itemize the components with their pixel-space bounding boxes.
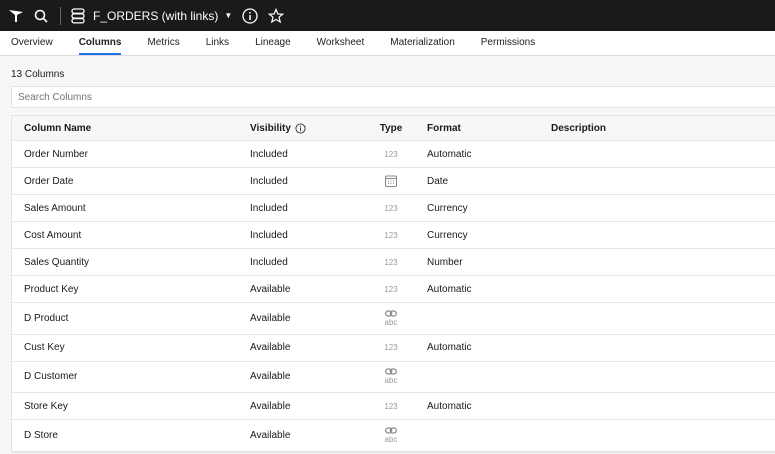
column-name: D Product <box>24 312 69 324</box>
format[interactable]: Automatic <box>427 401 551 412</box>
header-format[interactable]: Format <box>427 123 551 134</box>
columns-table: Column Name Visibility Type Format Descr… <box>11 115 775 453</box>
top-bar: F_ORDERS (with links) ▼ <box>0 0 775 31</box>
column-name: Cost Amount <box>24 229 82 241</box>
info-icon[interactable] <box>242 7 258 24</box>
link-icon <box>385 310 397 317</box>
type-cell: abc <box>355 368 427 385</box>
text-type-label: abc <box>384 317 398 327</box>
table-row[interactable]: Product Key Available 123 Automatic <box>12 276 775 303</box>
format[interactable]: Date <box>427 176 551 187</box>
table-row[interactable]: D Store Available abc <box>12 420 775 452</box>
database-icon <box>71 7 85 24</box>
column-name: Sales Amount <box>24 202 86 214</box>
tab-overview[interactable]: Overview <box>11 37 53 55</box>
tab-bar: Overview Columns Metrics Links Lineage Worksh… <box>0 31 775 56</box>
format[interactable]: Currency <box>427 230 551 241</box>
column-name: Store Key <box>24 400 68 412</box>
tab-columns[interactable]: Columns <box>78 37 122 55</box>
tab-metrics[interactable]: Metrics <box>147 37 179 55</box>
header-description[interactable]: Description <box>551 123 775 134</box>
column-name: Order Number <box>24 148 88 160</box>
table-row[interactable]: Order Number Included 123 Automatic <box>12 141 775 168</box>
type-cell: 123 <box>355 343 427 352</box>
search-icon[interactable] <box>34 9 48 23</box>
tab-permissions[interactable]: Permissions <box>481 37 535 55</box>
table-header: Column Name Visibility Type Format Descr… <box>12 116 775 141</box>
tab-materialization[interactable]: Materialization <box>390 37 454 55</box>
chevron-down-icon[interactable]: ▼ <box>224 11 232 20</box>
type-cell: 123 <box>355 258 427 267</box>
type-cell: abc <box>355 310 427 327</box>
number-type-icon: 123 <box>384 343 398 352</box>
table-row[interactable]: Order Date Included Date <box>12 168 775 195</box>
visibility[interactable]: Included <box>250 203 355 214</box>
type-cell: 123 <box>355 231 427 240</box>
column-name: Product Key <box>24 283 79 295</box>
visibility[interactable]: Included <box>250 257 355 268</box>
text-type-label: abc <box>384 434 398 444</box>
table-row[interactable]: Cust Key Available 123 Automatic <box>12 335 775 362</box>
header-type[interactable]: Type <box>355 123 427 134</box>
table-row[interactable]: Store Key Available 123 Automatic <box>12 393 775 420</box>
type-cell <box>355 175 427 187</box>
visibility[interactable]: Available <box>250 371 355 382</box>
format[interactable]: Number <box>427 257 551 268</box>
number-type-icon: 123 <box>384 284 398 294</box>
link-icon <box>385 427 397 434</box>
table-row[interactable]: Sales Quantity Included 123 Number <box>12 249 775 276</box>
number-type-icon: 123 <box>384 203 398 213</box>
format[interactable]: Automatic <box>427 284 551 295</box>
column-name: D Customer <box>24 371 78 383</box>
format[interactable]: Automatic <box>427 342 551 353</box>
type-cell: 123 <box>355 402 427 411</box>
number-type-icon: 123 <box>384 401 398 411</box>
calendar-icon <box>385 175 397 187</box>
visibility[interactable]: Included <box>250 230 355 241</box>
table-row[interactable]: D Customer Available abc <box>12 362 775 393</box>
tab-lineage[interactable]: Lineage <box>255 37 291 55</box>
search-columns-input[interactable] <box>11 86 775 108</box>
divider <box>60 6 61 25</box>
header-column-name[interactable]: Column Name <box>12 123 250 134</box>
format[interactable]: Currency <box>427 203 551 214</box>
type-cell: abc <box>355 427 427 444</box>
star-icon[interactable] <box>268 7 285 24</box>
type-cell: 123 <box>355 285 427 294</box>
number-type-icon: 123 <box>384 230 398 240</box>
link-icon <box>385 368 397 375</box>
logo-icon[interactable] <box>8 9 24 23</box>
visibility[interactable]: Available <box>250 313 355 324</box>
visibility[interactable]: Available <box>250 430 355 441</box>
visibility[interactable]: Included <box>250 149 355 160</box>
format[interactable]: Automatic <box>427 149 551 160</box>
table-row[interactable]: Cost Amount Included 123 Currency <box>12 222 775 249</box>
column-name: Order Date <box>24 175 74 187</box>
header-visibility[interactable]: Visibility <box>250 123 355 134</box>
text-type-label: abc <box>384 376 398 386</box>
column-count: 13 Columns <box>11 69 65 80</box>
table-row[interactable]: D Product Available abc <box>12 303 775 335</box>
column-name: Sales Quantity <box>24 256 90 268</box>
number-type-icon: 123 <box>384 257 398 267</box>
visibility[interactable]: Available <box>250 342 355 353</box>
visibility[interactable]: Included <box>250 176 355 187</box>
type-cell: 123 <box>355 204 427 213</box>
number-type-icon: 123 <box>384 149 398 159</box>
tab-worksheet[interactable]: Worksheet <box>317 37 365 55</box>
visibility[interactable]: Available <box>250 401 355 412</box>
tab-links[interactable]: Links <box>206 37 229 55</box>
type-cell: 123 <box>355 150 427 159</box>
column-name: Cust Key <box>24 342 65 353</box>
header-visibility-label: Visibility <box>250 122 291 134</box>
visibility[interactable]: Available <box>250 284 355 295</box>
table-row[interactable]: Sales Amount Included 123 Currency <box>12 195 775 222</box>
column-name: D Store <box>24 429 58 441</box>
dataset-title[interactable]: F_ORDERS (with links) <box>93 9 218 23</box>
info-icon[interactable] <box>295 122 306 134</box>
